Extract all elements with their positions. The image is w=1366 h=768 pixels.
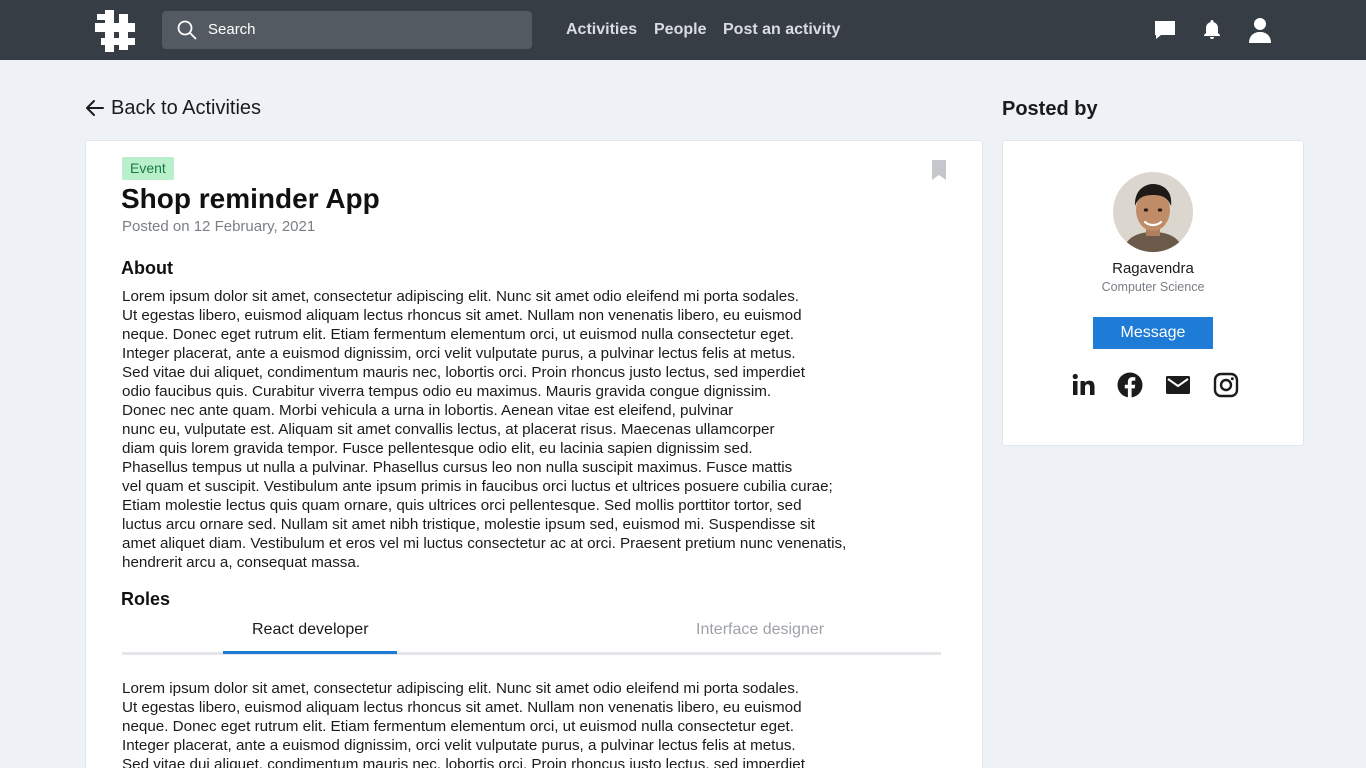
posted-by-heading: Posted by <box>1002 98 1098 120</box>
activity-title: Shop reminder App <box>121 183 380 214</box>
nav-post-activity[interactable]: Post an activity <box>723 20 840 40</box>
event-badge: Event <box>122 157 174 180</box>
search-input[interactable] <box>208 11 508 49</box>
about-heading: About <box>121 258 173 278</box>
bell-icon[interactable] <box>1200 18 1224 42</box>
arrow-left-icon <box>86 100 104 116</box>
avatar[interactable] <box>1113 172 1193 252</box>
poster-name[interactable]: Ragavendra <box>1003 260 1303 277</box>
roles-tabs: React developer Interface designer <box>122 611 941 655</box>
bookmark-icon[interactable] <box>929 159 949 181</box>
poster-card: Ragavendra Computer Science Message <box>1002 140 1304 446</box>
about-text: Lorem ipsum dolor sit amet, consectetur … <box>122 288 847 571</box>
linkedin-icon[interactable] <box>1071 372 1097 398</box>
nav-people[interactable]: People <box>654 20 706 40</box>
app-logo[interactable] <box>95 10 137 52</box>
roles-heading: Roles <box>121 589 171 609</box>
top-navbar: Activities People Post an activity <box>0 0 1366 60</box>
activity-card: Event Shop reminder App Posted on 12 Feb… <box>85 140 983 768</box>
avatar-image <box>1113 172 1193 252</box>
search-icon <box>177 20 197 40</box>
facebook-icon[interactable] <box>1117 372 1143 398</box>
message-button[interactable]: Message <box>1093 317 1213 349</box>
user-icon[interactable] <box>1248 17 1272 43</box>
nav-activities[interactable]: Activities <box>566 20 637 40</box>
role-description: Lorem ipsum dolor sit amet, consectetur … <box>122 680 805 768</box>
tab-interface-designer[interactable]: Interface designer <box>696 621 824 639</box>
search-bar[interactable] <box>162 11 532 49</box>
poster-department: Computer Science <box>1101 280 1205 294</box>
back-to-activities-link[interactable]: Back to Activities <box>85 96 261 120</box>
email-icon[interactable] <box>1165 372 1191 398</box>
back-label: Back to Activities <box>111 96 262 119</box>
chat-icon[interactable] <box>1153 18 1177 42</box>
tab-react-developer[interactable]: React developer <box>252 621 369 639</box>
posted-date: Posted on 12 February, 2021 <box>122 218 316 235</box>
instagram-icon[interactable] <box>1213 372 1239 398</box>
active-tab-indicator <box>223 651 397 654</box>
